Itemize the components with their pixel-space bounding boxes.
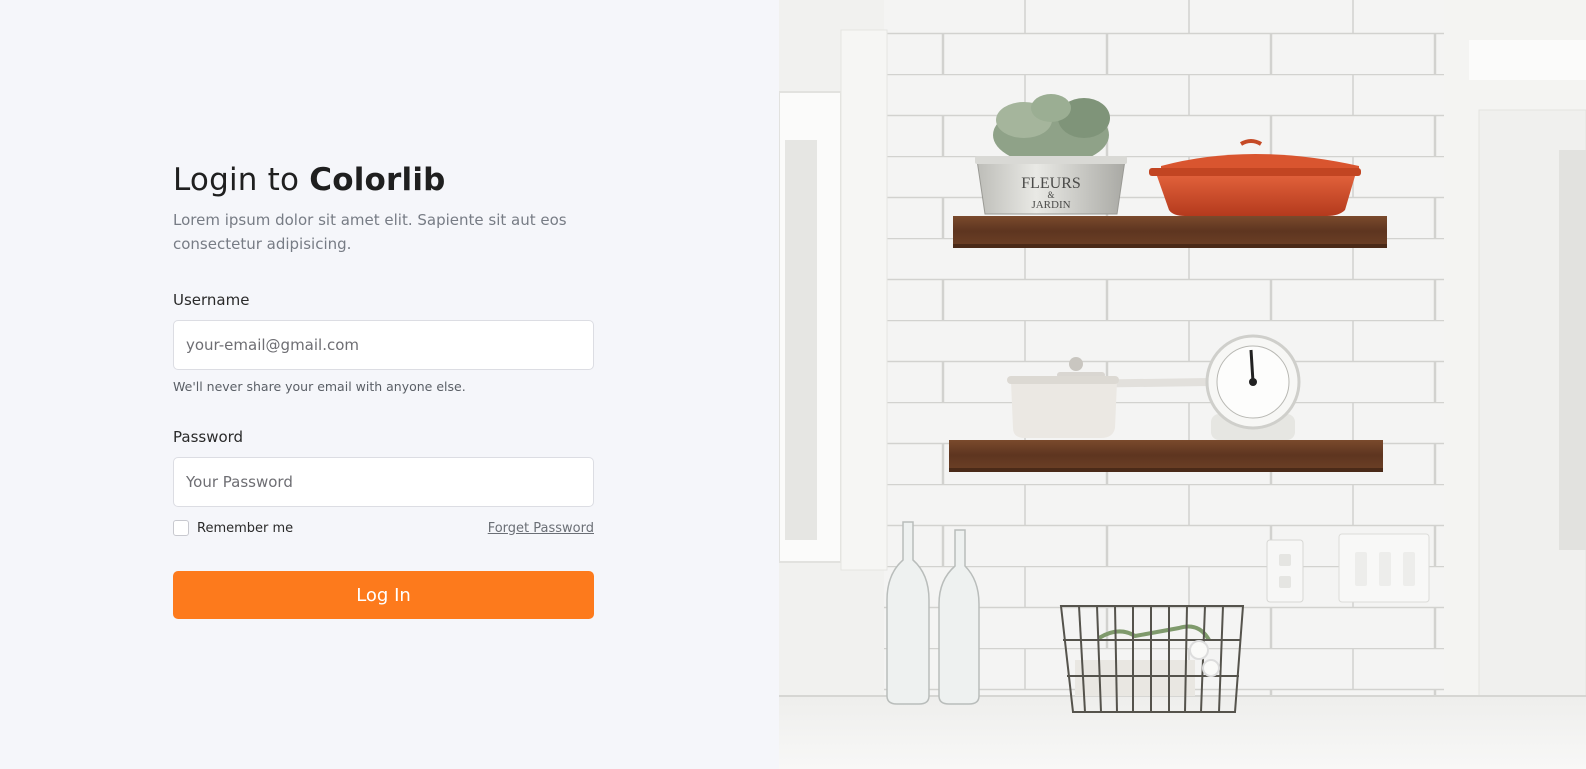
password-label: Password — [173, 428, 244, 446]
username-input[interactable] — [173, 320, 594, 370]
password-input[interactable] — [173, 457, 594, 507]
remember-label: Remember me — [197, 520, 294, 536]
kitchen-shelves-photo: FLEURS & JARDIN — [779, 0, 1586, 769]
hero-image: FLEURS & JARDIN — [779, 0, 1586, 769]
middle-shelf — [949, 440, 1383, 470]
page-title: Login to Colorlib — [173, 158, 594, 202]
kitchen-scale — [1205, 334, 1301, 440]
page-subtitle: Lorem ipsum dolor sit amet elit. Sapient… — [173, 211, 567, 253]
light-switch-plate — [1338, 533, 1430, 603]
wall-outlet — [1266, 539, 1304, 603]
remember-me[interactable]: Remember me — [173, 520, 293, 536]
forget-password-link[interactable]: Forget Password — [488, 521, 594, 536]
login-button[interactable]: Log In — [173, 571, 594, 619]
login-page: Login to Colorlib Lorem ipsum dolor sit … — [0, 0, 1586, 769]
remember-checkbox[interactable] — [173, 520, 189, 536]
login-form: Login to Colorlib Lorem ipsum dolor sit … — [173, 158, 594, 619]
top-shelf — [953, 216, 1387, 246]
login-panel: Login to Colorlib Lorem ipsum dolor sit … — [0, 0, 779, 769]
title-brand: Colorlib — [309, 162, 446, 198]
username-help-text: We'll never share your email with anyone… — [173, 379, 466, 394]
username-label: Username — [173, 291, 250, 309]
pot-text-3: JARDIN — [1031, 199, 1070, 211]
options-row: Remember me Forget Password — [173, 518, 594, 538]
countertop — [779, 696, 1586, 769]
title-prefix: Login to — [173, 162, 310, 198]
